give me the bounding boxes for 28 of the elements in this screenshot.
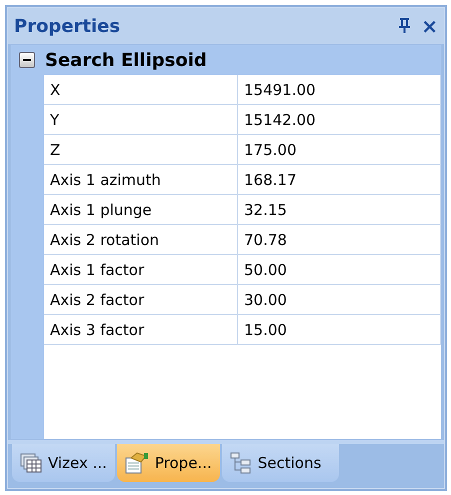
property-value[interactable]: 15.00 bbox=[238, 315, 441, 345]
property-name: Y bbox=[44, 105, 238, 135]
property-name: Axis 2 rotation bbox=[44, 225, 238, 255]
properties-icon bbox=[124, 452, 149, 474]
property-value[interactable]: 30.00 bbox=[238, 285, 441, 315]
property-name: Z bbox=[44, 135, 238, 165]
tree-icon bbox=[230, 452, 252, 474]
panel-tab[interactable]: Vizex ... bbox=[12, 444, 115, 482]
pin-icon[interactable] bbox=[398, 18, 412, 34]
panel-tab[interactable]: Sections bbox=[222, 444, 340, 482]
property-name: Axis 1 plunge bbox=[44, 195, 238, 225]
property-name: Axis 1 factor bbox=[44, 255, 238, 285]
panel-tab[interactable]: Prope... bbox=[116, 444, 220, 482]
property-name: X bbox=[44, 75, 238, 105]
table-icon bbox=[20, 453, 42, 473]
property-value[interactable]: 50.00 bbox=[238, 255, 441, 285]
property-name: Axis 1 azimuth bbox=[44, 165, 238, 195]
property-name: Axis 3 factor bbox=[44, 315, 238, 345]
property-value[interactable]: 168.17 bbox=[238, 165, 441, 195]
property-value[interactable]: 32.15 bbox=[238, 195, 441, 225]
panel-title: Properties bbox=[14, 16, 122, 36]
property-value[interactable]: 15142.00 bbox=[238, 105, 441, 135]
property-value[interactable]: 175.00 bbox=[238, 135, 441, 165]
property-name: Axis 2 factor bbox=[44, 285, 238, 315]
property-value[interactable]: 15491.00 bbox=[238, 75, 441, 105]
collapse-icon[interactable] bbox=[19, 52, 35, 68]
property-value[interactable]: 70.78 bbox=[238, 225, 441, 255]
close-icon[interactable]: × bbox=[421, 14, 438, 38]
